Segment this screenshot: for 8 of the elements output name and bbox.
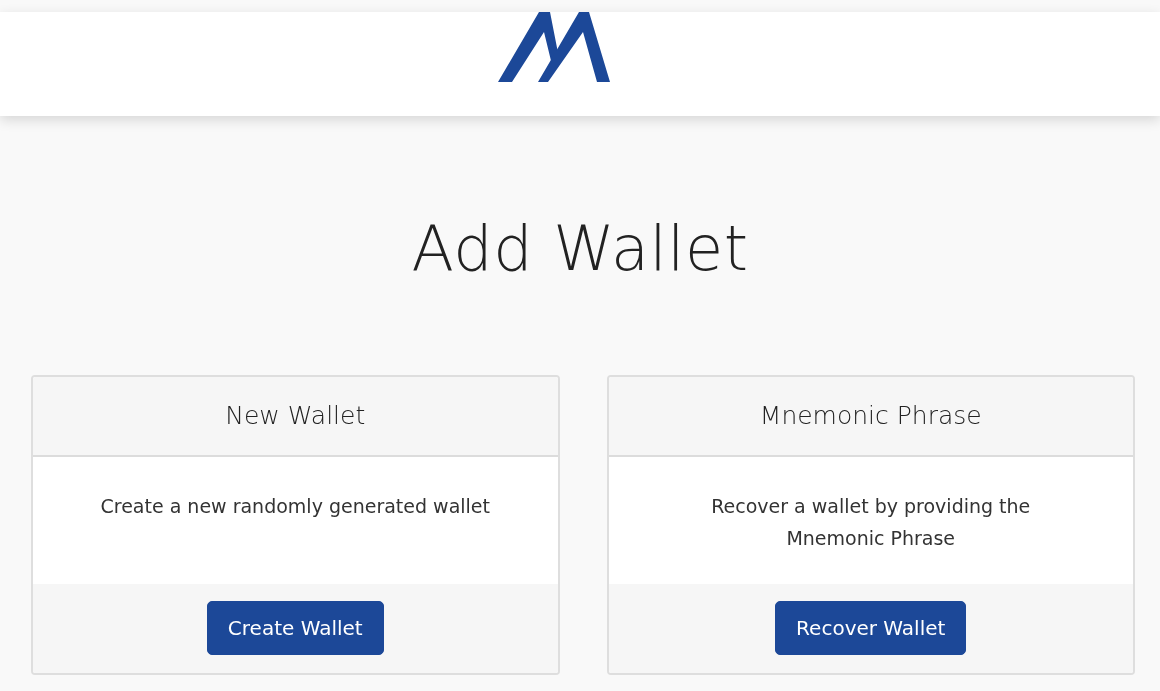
page-title: Add Wallet bbox=[410, 211, 750, 287]
action-button[interactable]: Create Wallet bbox=[206, 601, 384, 655]
card-description: Recover a wallet by providing the Mnemonic Phrase bbox=[711, 494, 1031, 551]
card-description: Create a new randomly generated wallet bbox=[100, 494, 490, 519]
card-title: Mnemonic Phrase bbox=[759, 401, 982, 431]
action-button[interactable]: Recover Wallet bbox=[775, 601, 967, 655]
logo-icon bbox=[498, 12, 610, 82]
card-title: New Wallet bbox=[225, 401, 366, 431]
